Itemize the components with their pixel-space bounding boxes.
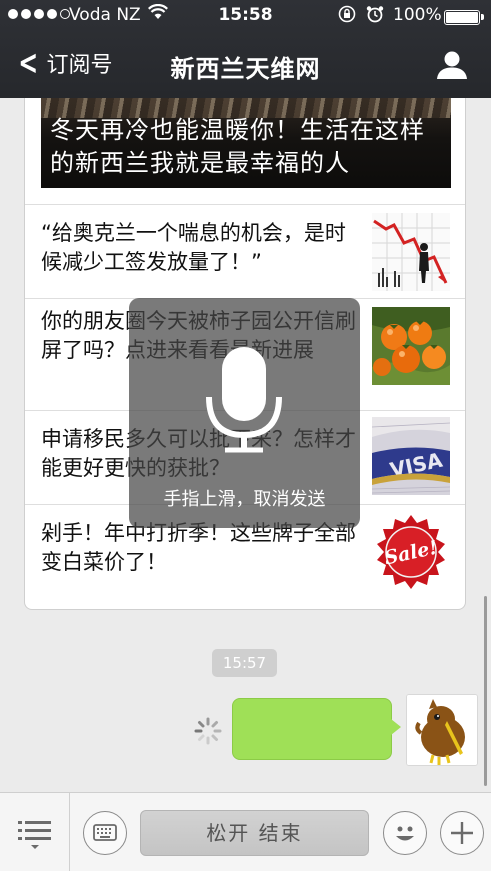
keyboard-icon bbox=[92, 823, 117, 841]
message-timestamp: 15:57 bbox=[212, 649, 277, 677]
user-avatar[interactable] bbox=[406, 694, 478, 766]
alarm-icon bbox=[366, 5, 384, 27]
voice-message-bubble[interactable] bbox=[232, 698, 401, 760]
sale-badge-image: Sale! bbox=[372, 513, 450, 591]
visa-card-image: VISA bbox=[372, 417, 450, 495]
smiley-icon bbox=[395, 826, 414, 840]
profile-icon[interactable] bbox=[435, 50, 469, 80]
microphone-icon bbox=[206, 347, 282, 453]
menu-list-icon[interactable] bbox=[16, 817, 54, 851]
status-bar: Voda NZ 15:58 100% bbox=[0, 3, 491, 28]
hero-article-title: 冬天再冷也能温暖你！生活在这样的新西兰我就是最幸福的人 bbox=[50, 116, 425, 177]
page-title: 新西兰天维网 bbox=[170, 55, 321, 83]
persimmons-image bbox=[372, 307, 450, 385]
plus-icon bbox=[450, 821, 473, 844]
toolbar-divider bbox=[69, 793, 70, 871]
top-bar: Voda NZ 15:58 100% < 订阅号 新西兰天维网 bbox=[0, 0, 491, 98]
article-title: “给奥克兰一个喘息的机会，是时候减少工签发放量了！” bbox=[41, 221, 346, 274]
hold-to-talk-button[interactable]: 松开 结束 bbox=[140, 810, 369, 856]
cancel-hint-text: 手指上滑，取消发送 bbox=[163, 489, 326, 510]
battery-icon bbox=[444, 10, 484, 25]
rotation-lock-icon bbox=[338, 5, 356, 27]
voice-recording-overlay: 手指上滑，取消发送 bbox=[129, 298, 360, 528]
battery-percentage: 100% bbox=[393, 5, 442, 25]
chart-decline-image bbox=[372, 213, 450, 291]
sending-spinner-icon bbox=[194, 717, 222, 745]
emoji-button[interactable] bbox=[383, 811, 427, 855]
keyboard-toggle-button[interactable] bbox=[83, 811, 127, 855]
more-options-button[interactable] bbox=[440, 811, 484, 855]
navigation-bar: < 订阅号 新西兰天维网 bbox=[0, 40, 491, 94]
hero-article[interactable]: 冬天再冷也能温暖你！生活在这样的新西兰我就是最幸福的人 bbox=[41, 98, 451, 188]
list-item[interactable]: “给奥克兰一个喘息的机会，是时候减少工签发放量了！” bbox=[25, 204, 465, 298]
input-toolbar: 松开 结束 bbox=[0, 792, 491, 871]
scrollbar[interactable] bbox=[484, 596, 487, 786]
